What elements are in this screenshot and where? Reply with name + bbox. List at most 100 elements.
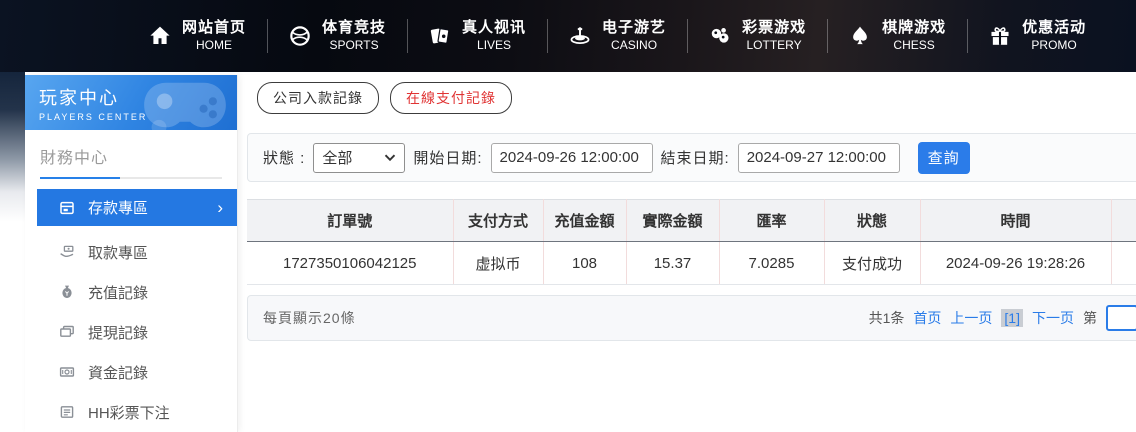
nav-label-en: SPORTS (329, 38, 378, 53)
page-size-text: 每頁顯示20條 (263, 308, 356, 328)
records-table: 訂單號支付方式充值金額實際金額匯率狀態時間1727350106042125虚拟币… (247, 199, 1136, 285)
funds-record-icon (59, 364, 75, 380)
sidebar-item-存款專區[interactable]: 存款專區 › (37, 189, 237, 226)
nav-label-en: LOTTERY (747, 38, 802, 53)
jump-page-input[interactable] (1106, 305, 1136, 331)
nav-label-zh: 网站首页 (182, 19, 246, 38)
nav-item-text: 电子游艺CASINO (602, 19, 666, 53)
tab-在線支付記錄[interactable]: 在線支付記錄 (390, 82, 512, 114)
status-select[interactable]: 全部 (313, 143, 405, 173)
sidebar-item-label: HH彩票下注 (88, 402, 170, 423)
sports-ball-icon (289, 25, 311, 47)
status-label: 狀態 : (263, 147, 305, 168)
column-header: 實際金額 (626, 200, 719, 242)
roulette-icon (569, 25, 591, 47)
nav-item-sports[interactable]: 体育竞技SPORTS (268, 19, 407, 53)
sidebar: 玩家中心 PLAYERS CENTER 財務中心 存款專區 › 取款專區充值記錄提現… (25, 75, 238, 432)
nav-item-text: 网站首页HOME (182, 19, 246, 53)
end-date-input[interactable] (738, 143, 900, 173)
column-header (1111, 200, 1136, 242)
column-header: 狀態 (824, 200, 920, 242)
nav-label-zh: 彩票游戏 (742, 19, 806, 38)
prev-page-link[interactable]: 上一页 (950, 308, 992, 328)
status-select-value: 全部 (322, 147, 352, 168)
nav-label-zh: 体育竞技 (322, 19, 386, 38)
nav-item-casino[interactable]: 电子游艺CASINO (548, 19, 687, 53)
nav-item-promo[interactable]: 优惠活动PROMO (968, 19, 1107, 53)
withdraw-record-icon (59, 324, 75, 340)
column-header: 充值金額 (543, 200, 626, 242)
sidebar-item-label: 存款專區 (88, 197, 148, 218)
next-page-link[interactable]: 下一页 (1032, 308, 1074, 328)
table-header-row: 訂單號支付方式充值金額實際金額匯率狀態時間 (247, 200, 1136, 242)
gamepad-icon (139, 79, 231, 130)
jump-page-label: 第 (1083, 308, 1097, 328)
filter-bar: 狀態 : 全部 開始日期: 結束日期: 查詢 (247, 133, 1136, 182)
nav-item-lives[interactable]: 真人视讯LIVES (408, 19, 547, 53)
sidebar-item-label: 取款專區 (88, 242, 148, 263)
withdraw-icon (59, 244, 75, 260)
nav-item-lottery[interactable]: 彩票游戏LOTTERY (688, 19, 827, 53)
start-date-input[interactable] (491, 143, 653, 173)
sidebar-item-資金記錄[interactable]: 資金記錄 (25, 352, 237, 392)
nav-item-text: 体育竞技SPORTS (322, 19, 386, 53)
nav-label-en: CASINO (611, 38, 657, 53)
sidebar-item-label: 提現記錄 (88, 322, 148, 343)
total-count-text: 共1条 (869, 308, 905, 328)
nav-label-en: HOME (196, 38, 232, 53)
nav-item-chess[interactable]: 棋牌游戏CHESS (828, 19, 967, 53)
table-cell: 108 (543, 242, 626, 285)
sidebar-item-HH彩票下注[interactable]: HH彩票下注 (25, 392, 237, 432)
column-header: 訂單號 (247, 200, 453, 242)
column-header: 支付方式 (453, 200, 543, 242)
sidebar-item-提現記錄[interactable]: 提現記錄 (25, 312, 237, 352)
table-cell: 2024-09-26 19:28:26 (920, 242, 1111, 285)
chevron-right-icon: › (217, 199, 223, 216)
nav-item-text: 真人视讯LIVES (462, 19, 526, 53)
main-content: 公司入款記錄在線支付記錄 狀態 : 全部 開始日期: 結束日期: 查詢 訂單號支… (247, 75, 1136, 432)
nav-label-en: LIVES (477, 38, 511, 53)
tab-公司入款記錄[interactable]: 公司入款記錄 (257, 82, 379, 114)
lottery-balls-icon (709, 25, 731, 47)
nav-label-zh: 棋牌游戏 (882, 19, 946, 38)
table-cell: 支付成功 (824, 242, 920, 285)
deposit-icon (59, 200, 75, 216)
home-icon (149, 25, 171, 47)
gift-icon (989, 25, 1011, 47)
table-cell (1111, 242, 1136, 285)
table-row: 1727350106042125虚拟币10815.377.0285支付成功202… (247, 242, 1136, 285)
nav-label-en: PROMO (1031, 38, 1076, 53)
recharge-record-icon (59, 284, 75, 300)
start-date-label: 開始日期: (413, 147, 482, 168)
column-header: 匯率 (719, 200, 824, 242)
column-header: 時間 (920, 200, 1111, 242)
nav-label-zh: 优惠活动 (1022, 19, 1086, 38)
nav-label-zh: 真人视讯 (462, 19, 526, 38)
nav-item-home[interactable]: 网站首页HOME (128, 19, 267, 53)
records-table-wrap: 訂單號支付方式充值金額實際金額匯率狀態時間1727350106042125虚拟币… (247, 199, 1136, 285)
table-cell: 15.37 (626, 242, 719, 285)
section-underline-accent (40, 177, 120, 179)
query-button[interactable]: 查詢 (918, 142, 970, 174)
lottery-bet-icon (59, 404, 75, 420)
end-date-label: 結束日期: (661, 147, 730, 168)
page-background-gradient (0, 72, 25, 222)
finance-center-section: 財務中心 (25, 130, 237, 189)
nav-item-text: 优惠活动PROMO (1022, 19, 1086, 53)
spade-icon (849, 25, 871, 47)
sidebar-item-取款專區[interactable]: 取款專區 (25, 232, 237, 272)
pagination-bar: 每頁顯示20條 共1条 首页 上一页 [1] 下一页 第 (247, 295, 1136, 341)
sidebar-item-充值記錄[interactable]: 充值記錄 (25, 272, 237, 312)
players-center-header: 玩家中心 PLAYERS CENTER (25, 75, 237, 130)
finance-center-label: 財務中心 (40, 144, 222, 168)
section-underline (40, 177, 222, 179)
current-page-indicator[interactable]: [1] (1001, 309, 1023, 327)
first-page-link[interactable]: 首页 (913, 308, 941, 328)
nav-label-en: CHESS (893, 38, 934, 53)
sidebar-item-label: 充值記錄 (88, 282, 148, 303)
table-cell: 虚拟币 (453, 242, 543, 285)
record-tabs: 公司入款記錄在線支付記錄 (257, 82, 512, 114)
sidebar-item-label: 資金記錄 (88, 362, 148, 383)
chevron-down-icon (384, 149, 396, 166)
nav-item-text: 彩票游戏LOTTERY (742, 19, 806, 53)
